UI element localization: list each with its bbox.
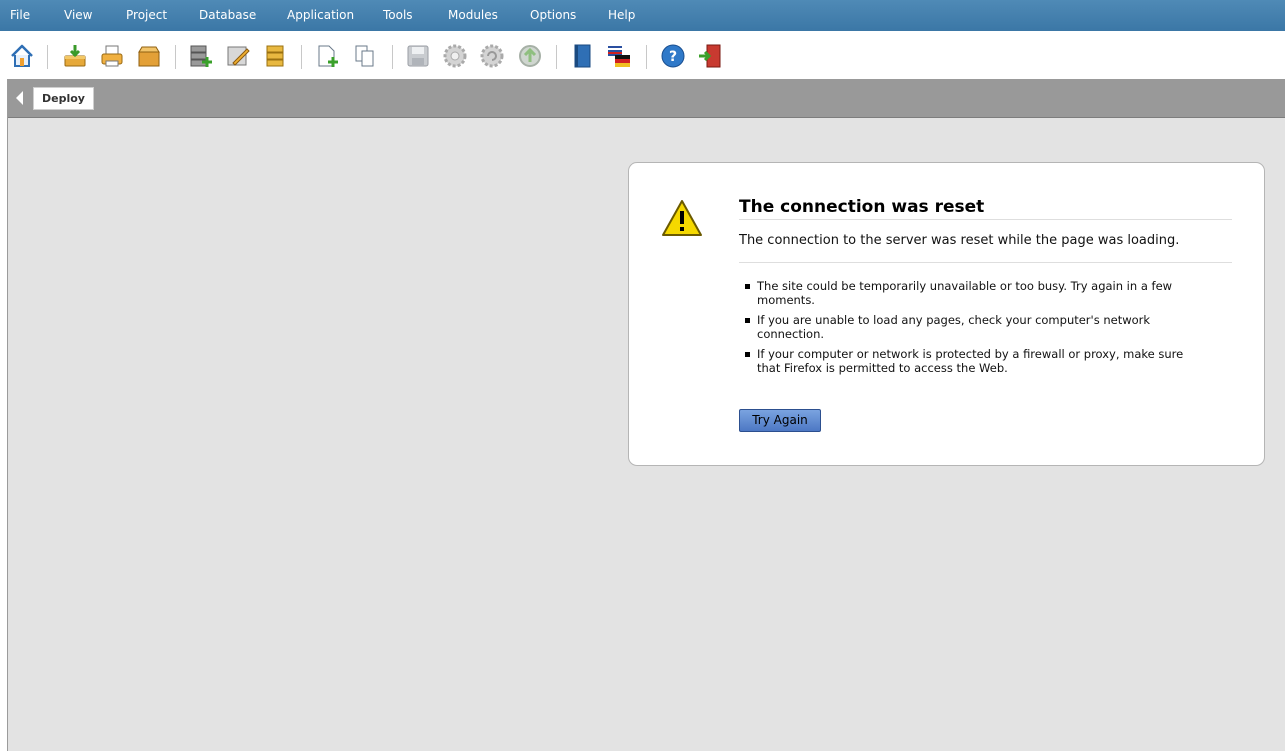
toolbar-separator <box>646 45 647 69</box>
add-database-icon[interactable] <box>188 43 214 69</box>
toolbar: ? <box>0 31 1285 79</box>
install-icon[interactable] <box>62 43 88 69</box>
menu-file[interactable]: File <box>10 8 30 22</box>
toolbar-separator <box>175 45 176 69</box>
menu-view[interactable]: View <box>64 8 92 22</box>
exit-icon[interactable] <box>697 43 723 69</box>
tab-deploy[interactable]: Deploy <box>33 87 94 110</box>
error-suggestions: The site could be temporarily unavailabl… <box>745 279 1195 381</box>
menu-project[interactable]: Project <box>126 8 167 22</box>
menu-help[interactable]: Help <box>608 8 635 22</box>
back-arrow-icon[interactable] <box>16 91 23 105</box>
main-content: Deploy The connection was reset The conn… <box>7 79 1285 751</box>
new-page-icon[interactable] <box>314 43 340 69</box>
language-flag-icon[interactable] <box>606 43 632 69</box>
error-panel: The connection was reset The connection … <box>628 162 1265 466</box>
save-icon[interactable] <box>405 43 431 69</box>
menu-bar: File View Project Database Application T… <box>0 0 1285 31</box>
menu-options[interactable]: Options <box>530 8 576 22</box>
list-item: The site could be temporarily unavailabl… <box>745 279 1195 307</box>
home-icon[interactable] <box>9 43 35 69</box>
warning-icon <box>662 200 702 236</box>
try-again-button[interactable]: Try Again <box>739 409 821 432</box>
menu-database[interactable]: Database <box>199 8 256 22</box>
package-icon[interactable] <box>136 43 162 69</box>
print-icon[interactable] <box>99 43 125 69</box>
menu-application[interactable]: Application <box>287 8 354 22</box>
copy-page-icon[interactable] <box>352 43 378 69</box>
menu-modules[interactable]: Modules <box>448 8 498 22</box>
help-icon[interactable]: ? <box>660 43 686 69</box>
error-description: The connection to the server was reset w… <box>739 233 1232 263</box>
list-item: If you are unable to load any pages, che… <box>745 313 1195 341</box>
tab-bar: Deploy <box>8 79 1285 118</box>
list-item: If your computer or network is protected… <box>745 347 1195 375</box>
edit-database-icon[interactable] <box>225 43 251 69</box>
toolbar-separator <box>301 45 302 69</box>
database-icon[interactable] <box>262 43 288 69</box>
book-icon[interactable] <box>569 43 595 69</box>
error-title: The connection was reset <box>739 197 1232 220</box>
svg-text:?: ? <box>669 49 677 65</box>
settings-icon[interactable] <box>442 43 468 69</box>
toolbar-separator <box>47 45 48 69</box>
toolbar-separator <box>556 45 557 69</box>
refresh-icon[interactable] <box>479 43 505 69</box>
menu-tools[interactable]: Tools <box>383 8 413 22</box>
upload-icon[interactable] <box>517 43 543 69</box>
toolbar-separator <box>392 45 393 69</box>
